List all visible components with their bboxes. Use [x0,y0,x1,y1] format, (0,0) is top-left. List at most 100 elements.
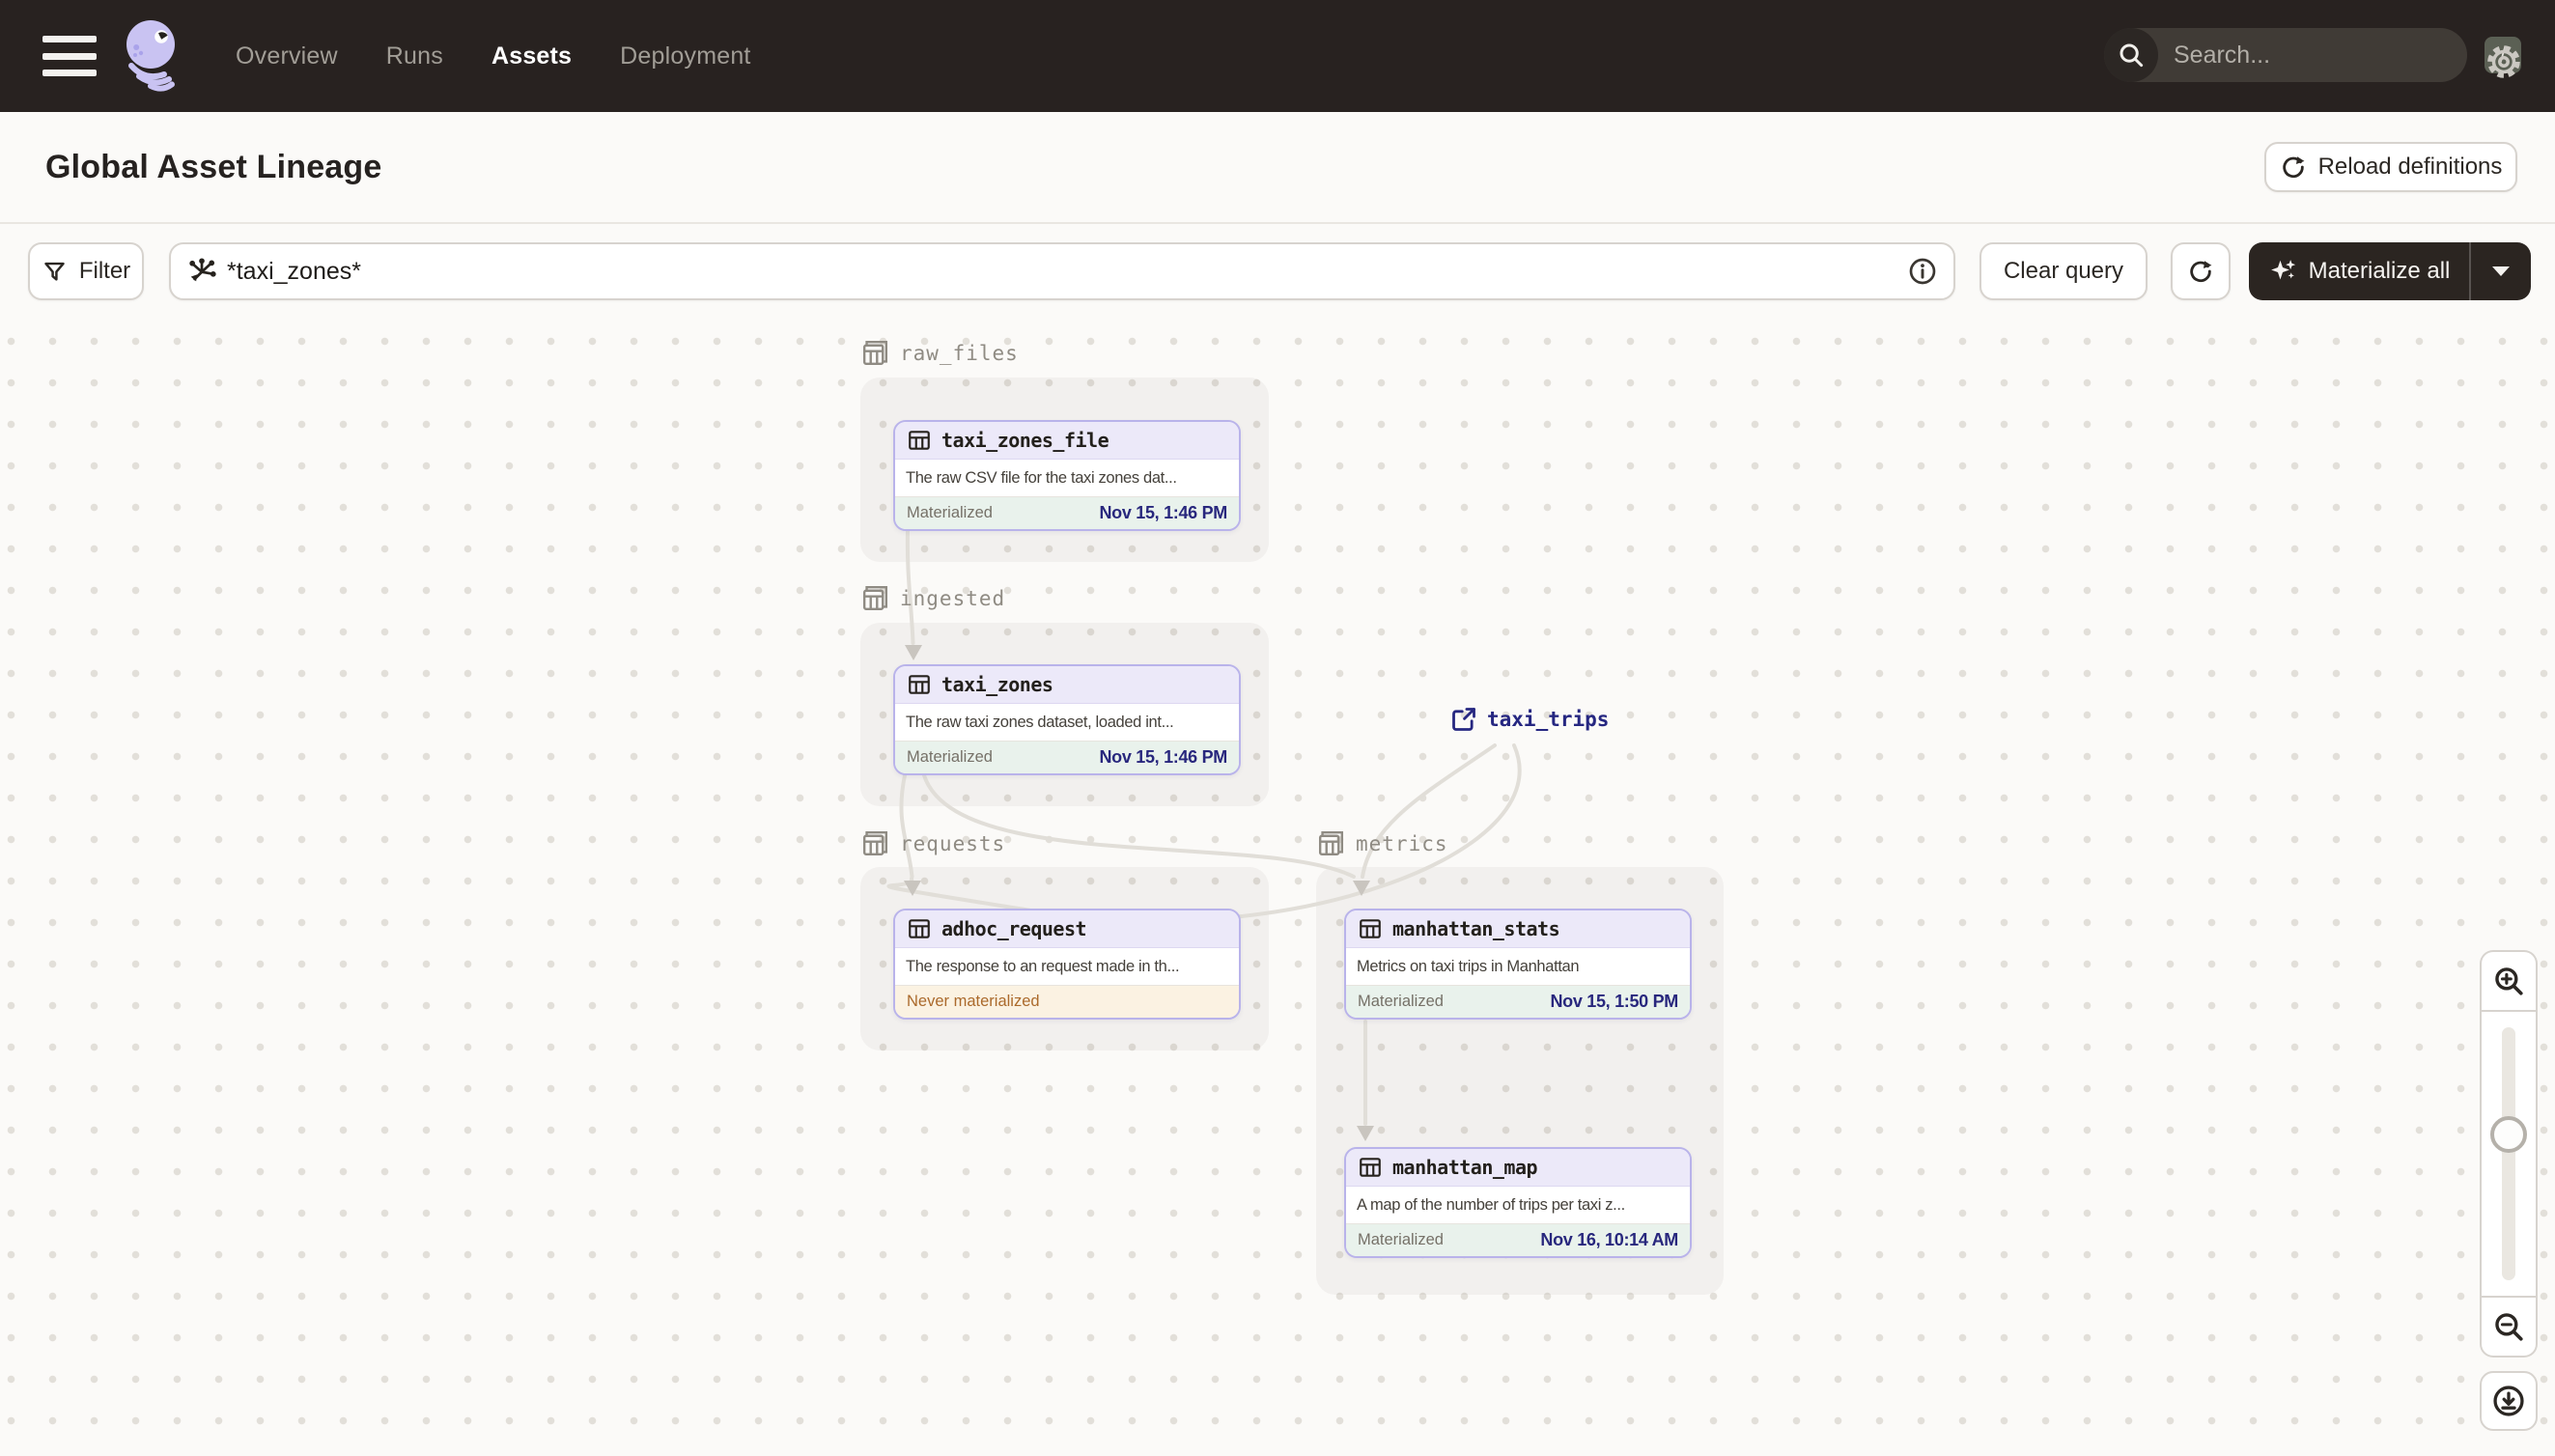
status-label: Never materialized [907,993,1040,1010]
zoom-in-button[interactable] [2480,950,2538,1010]
global-search[interactable]: / [2104,28,2521,82]
nav-item-assets[interactable]: Assets [491,42,572,70]
dagster-logo-icon[interactable] [120,15,189,97]
zoom-in-icon [2495,967,2523,995]
download-icon [2493,1386,2524,1416]
top-nav-bar: Overview Runs Assets Deployment / [0,0,2555,112]
asset-description: The raw taxi zones dataset, loaded int..… [895,704,1239,741]
sparkle-icon [2270,260,2295,280]
zoom-out-button[interactable] [2480,1298,2538,1358]
asset-selection-query [169,242,1955,300]
asset-description: A map of the number of trips per taxi z.… [1346,1187,1690,1223]
zoom-slider-track[interactable] [2502,1027,2515,1280]
download-image-button[interactable] [2480,1371,2538,1431]
group-table-icon [862,830,888,856]
filter-label: Filter [78,258,131,284]
asset-status-bar: Materialized Nov 15, 1:50 PM [1346,985,1690,1018]
materialize-all-label: Materialize all [2308,258,2451,284]
reload-definitions-button[interactable]: Reload definitions [2264,142,2517,192]
clear-query-label: Clear query [2003,258,2124,284]
group-label-ingested[interactable]: ingested [860,583,1005,613]
materialization-timestamp[interactable]: Nov 15, 1:50 PM [1550,992,1678,1012]
asset-node-header: manhattan_stats [1346,910,1690,948]
materialization-timestamp[interactable]: Nov 15, 1:46 PM [1099,503,1227,523]
nav-item-overview[interactable]: Overview [236,42,338,70]
group-name: requests [900,831,1006,855]
table-icon [909,919,930,938]
status-label: Materialized [907,504,993,521]
settings-gear-icon[interactable] [2484,42,2524,82]
asset-node-header: manhattan_map [1346,1149,1690,1187]
materialization-timestamp[interactable]: Nov 16, 10:14 AM [1540,1230,1678,1250]
zoom-out-icon [2495,1313,2523,1341]
asset-query-input[interactable] [217,257,1907,286]
asset-status-bar: Materialized Nov 15, 1:46 PM [895,496,1239,529]
asset-node-header: taxi_zones [895,666,1239,704]
search-input[interactable] [2158,41,2485,70]
materialize-dropdown-toggle[interactable] [2471,242,2531,300]
asset-node-header: adhoc_request [895,910,1239,948]
lineage-canvas[interactable] [0,321,2555,1456]
asset-name: taxi_zones_file [941,429,1109,452]
group-label-metrics[interactable]: metrics [1316,828,1448,858]
group-name: metrics [1356,831,1448,855]
asset-node-taxi-zones[interactable]: taxi_zones The raw taxi zones dataset, l… [893,664,1241,775]
materialize-all-button: Materialize all [2249,242,2531,300]
external-asset-name: taxi_trips [1487,708,1610,731]
reload-definitions-label: Reload definitions [2317,154,2503,180]
asset-node-manhattan-map[interactable]: manhattan_map A map of the number of tri… [1344,1147,1692,1258]
chevron-down-icon [2492,266,2510,276]
group-table-icon [1318,830,1344,856]
table-icon [909,431,930,450]
refresh-icon [2190,261,2212,283]
materialize-all-main[interactable]: Materialize all [2249,242,2469,300]
zoom-slider [2480,1010,2538,1298]
page-header: Global Asset Lineage [0,112,2555,224]
page-title: Global Asset Lineage [45,148,382,185]
asset-name: taxi_zones [941,673,1053,696]
asset-status-bar: Materialized Nov 16, 10:14 AM [1346,1223,1690,1256]
asset-description: The response to an request made in th... [895,948,1239,985]
asset-node-adhoc-request[interactable]: adhoc_request The response to an request… [893,909,1241,1020]
asset-name: manhattan_map [1392,1156,1538,1179]
table-icon [1360,919,1381,938]
table-icon [1360,1158,1381,1177]
group-name: raw_files [900,341,1019,365]
asset-status-bar: Never materialized [895,985,1239,1018]
search-icon [2104,28,2158,82]
status-label: Materialized [907,748,993,766]
materialization-timestamp[interactable]: Nov 15, 1:46 PM [1099,747,1227,768]
asset-node-header: taxi_zones_file [895,422,1239,460]
asset-node-manhattan-stats[interactable]: manhattan_stats Metrics on taxi trips in… [1344,909,1692,1020]
reload-icon [2282,156,2305,179]
hamburger-menu-icon[interactable] [42,36,98,76]
nav-item-deployment[interactable]: Deployment [620,42,750,70]
table-icon [909,675,930,694]
asset-graph-icon [189,258,216,282]
filter-button[interactable]: Filter [28,242,144,300]
external-asset-taxi-trips[interactable]: taxi_trips [1450,706,1609,733]
group-table-icon [862,585,888,611]
asset-description: The raw CSV file for the taxi zones dat.… [895,460,1239,496]
group-label-requests[interactable]: requests [860,828,1005,858]
group-label-raw-files[interactable]: raw_files [860,338,1019,368]
filter-funnel-icon [44,262,65,281]
asset-name: manhattan_stats [1392,917,1560,940]
asset-status-bar: Materialized Nov 15, 1:46 PM [895,741,1239,773]
status-label: Materialized [1358,1231,1444,1248]
refresh-graph-button[interactable] [2171,242,2231,300]
asset-name: adhoc_request [941,917,1087,940]
asset-description: Metrics on taxi trips in Manhattan [1346,948,1690,985]
nav-item-runs[interactable]: Runs [386,42,443,70]
clear-query-button[interactable]: Clear query [1979,242,2148,300]
query-info-icon[interactable] [1907,256,1938,287]
asset-node-taxi-zones-file[interactable]: taxi_zones_file The raw CSV file for the… [893,420,1241,531]
octopus-logo-icon [126,20,175,92]
external-link-icon [1452,708,1475,731]
dagster-app: Overview Runs Assets Deployment / Global… [0,0,2555,1456]
primary-nav: Overview Runs Assets Deployment [236,42,751,70]
group-table-icon [862,340,888,366]
status-label: Materialized [1358,993,1444,1010]
zoom-slider-handle[interactable] [2490,1116,2527,1153]
group-name: ingested [900,586,1006,610]
